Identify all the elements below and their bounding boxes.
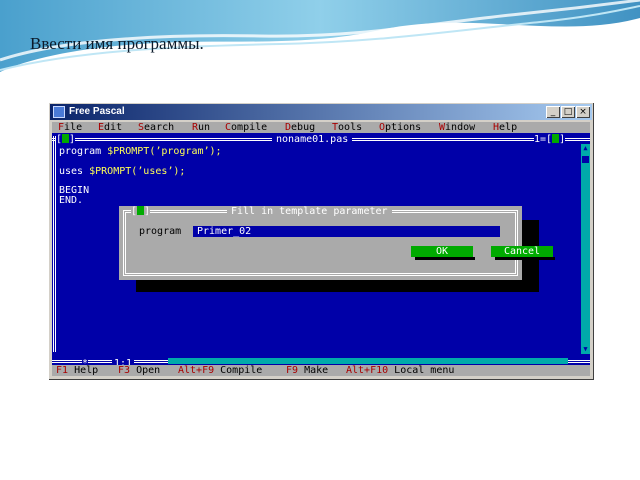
status-help[interactable]: F1 Help [56,365,98,376]
menu-debug[interactable]: Debug [285,122,315,133]
menu-compile[interactable]: Compile [225,122,267,133]
menu-window[interactable]: Window [439,122,475,133]
menu-run[interactable]: Run [192,122,210,133]
status-open[interactable]: F3 Open [118,365,160,376]
program-name-input[interactable]: Primer_02 [193,226,500,237]
close-button[interactable]: × [576,106,590,118]
dialog-frame [123,210,518,276]
ide-screen: File Edit Search Run Compile Debug Tools… [52,122,590,376]
status-make[interactable]: F9 Make [286,365,328,376]
menu-tools[interactable]: Tools [332,122,362,133]
code-line[interactable]: program $PROMPT(’program’); [59,146,222,157]
menu-bar: File Edit Search Run Compile Debug Tools… [52,122,590,133]
zoom-arrow-icon [552,134,560,143]
window-titlebar[interactable]: Free Pascal _ □ × [50,104,592,120]
editor-filename: noname01.pas [272,134,353,145]
dialog-title: Fill in template parameter [227,206,392,217]
ok-button[interactable]: OK [411,246,473,257]
vertical-scrollbar[interactable]: ▲ ▼ [581,144,590,354]
close-square-icon [137,206,145,215]
editor-close-box[interactable]: [] [56,134,76,145]
scroll-up-icon[interactable]: ▲ [581,144,590,153]
close-square-icon [62,134,70,143]
slide-title: Ввести имя программы. [30,34,204,53]
cancel-button[interactable]: Cancel [491,246,553,257]
editor-frame-left [53,136,56,352]
status-compile[interactable]: Alt+F9 Compile [178,365,262,376]
ok-button-shadow [415,257,475,260]
app-icon [53,106,65,118]
maximize-button[interactable]: □ [561,106,575,118]
code-line[interactable]: uses $PROMPT(’uses’); [59,166,185,177]
status-local-menu[interactable]: Alt+F10 Local menu [346,365,454,376]
dialog-field-label: program [139,226,182,237]
free-pascal-window: Free Pascal _ □ × File Edit Search Run C… [48,102,594,380]
menu-help[interactable]: Help [493,122,517,133]
window-title: Free Pascal [69,106,125,117]
menu-file[interactable]: File [58,122,82,133]
cancel-button-shadow [495,257,555,260]
menu-edit[interactable]: Edit [98,122,122,133]
code-line[interactable]: END. [59,195,83,206]
horizontal-scrollbar[interactable] [168,358,568,364]
minimize-button[interactable]: _ [546,106,560,118]
scroll-down-icon[interactable]: ▼ [581,345,590,354]
menu-options[interactable]: Options [379,122,421,133]
template-parameter-dialog: [] Fill in template parameter program Pr… [119,206,555,280]
editor-window-number[interactable]: 1=[] [534,134,566,145]
dialog-close-box[interactable]: [] [131,206,151,217]
status-bar: F1 Help F3 Open Alt+F9 Compile F9 Make A… [52,365,590,376]
scroll-thumb[interactable] [582,156,589,163]
menu-search[interactable]: Search [138,122,174,133]
